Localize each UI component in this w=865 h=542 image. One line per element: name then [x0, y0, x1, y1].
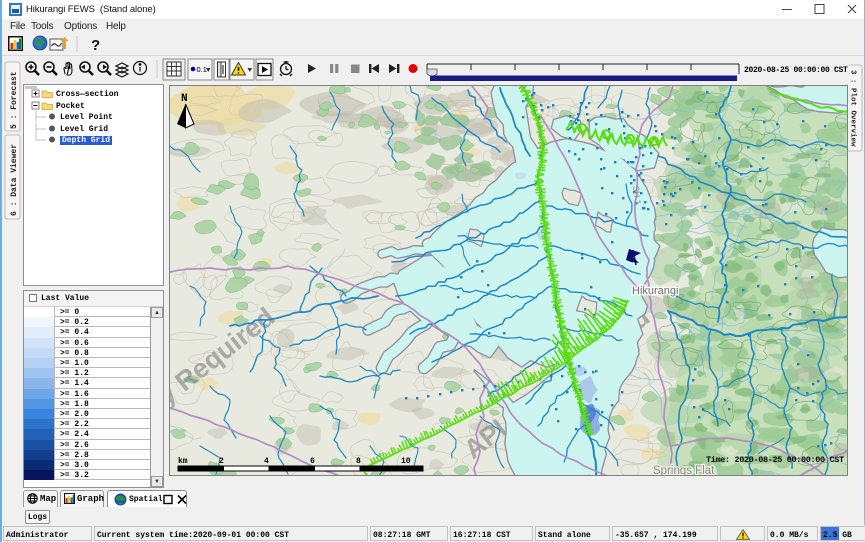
svg-text:6: 6 [310, 457, 315, 466]
svg-text:0.1: 0.1 [197, 65, 207, 74]
svg-text:N: N [181, 93, 188, 105]
svg-text:2: 2 [219, 457, 224, 466]
svg-text:6 : Data Viewer: 6 : Data Viewer [10, 144, 19, 216]
svg-text:8: 8 [356, 457, 361, 466]
svg-text:5 : Forecast: 5 : Forecast [10, 71, 19, 129]
svg-text:4: 4 [264, 457, 269, 466]
svg-text:3 : Plot Overview: 3 : Plot Overview [849, 70, 857, 147]
svg-text:2020-08-25 00:00:00 CST: 2020-08-25 00:00:00 CST [744, 66, 848, 75]
svg-text:Hikurangi: Hikurangi [632, 285, 678, 297]
svg-text:10: 10 [401, 457, 411, 466]
svg-text:?: ? [91, 37, 100, 54]
svg-text:km: km [178, 457, 188, 466]
svg-text:Time: 2020-08-25 00:00:00 CST: Time: 2020-08-25 00:00:00 CST [706, 455, 844, 465]
svg-text:Springs Flat: Springs Flat [653, 465, 715, 476]
